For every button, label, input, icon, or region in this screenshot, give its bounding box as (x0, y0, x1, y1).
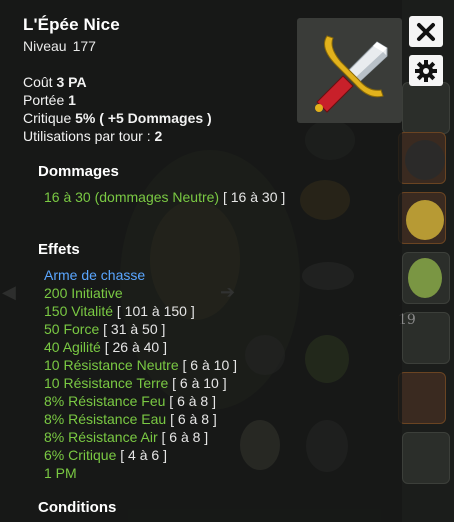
effect-line: 10 Résistance Terre [ 6 à 10 ] (44, 374, 227, 392)
effect-range: [ 31 à 50 ] (103, 321, 166, 337)
item-level: Niveau 177 (23, 38, 96, 54)
effect-line: 10 Résistance Neutre [ 6 à 10 ] (44, 356, 237, 374)
effects-section-title: Effets (38, 241, 80, 258)
effect-line: 8% Résistance Feu [ 6 à 8 ] (44, 392, 216, 410)
effect-line: 8% Résistance Eau [ 6 à 8 ] (44, 410, 217, 428)
inventory-item (406, 200, 444, 240)
inventory-item (408, 258, 442, 298)
close-button[interactable] (409, 16, 443, 47)
effect-value: 8% Résistance Eau (44, 411, 167, 427)
effect-header: Arme de chasse (44, 267, 146, 283)
effect-range: [ 6 à 10 ] (182, 357, 238, 373)
cost-label: Coût (23, 74, 53, 90)
effect-line: 40 Agilité [ 26 à 40 ] (44, 338, 167, 356)
effect-value: 150 Vitalité (44, 303, 114, 319)
effect-line: 8% Résistance Air [ 6 à 8 ] (44, 428, 208, 446)
uses-label: Utilisations par tour : (23, 128, 151, 144)
effect-range: [ 6 à 8 ] (170, 411, 217, 427)
item-picture (297, 18, 402, 123)
damage-line: 16 à 30 (dommages Neutre) [ 16 à 30 ] (44, 188, 304, 206)
gear-icon (415, 59, 437, 82)
damage-section-title: Dommages (38, 163, 119, 180)
effect-value: 1 PM (44, 465, 77, 481)
uses-line: Utilisations par tour : 2 (23, 127, 162, 145)
inventory-item (405, 140, 445, 180)
range-value: 1 (68, 92, 76, 108)
effect-line: 150 Vitalité [ 101 à 150 ] (44, 302, 195, 320)
effect-value: 200 Initiative (44, 285, 123, 301)
effect-range: [ 6 à 8 ] (161, 429, 209, 445)
effect-value: 10 Résistance Neutre (44, 357, 179, 373)
effect-value: 6% Critique (44, 447, 117, 463)
effect-line: 1 PM (44, 464, 77, 482)
cost-line: Coût 3 PA (23, 73, 87, 91)
effect-line: 200 Initiative (44, 284, 123, 302)
uses-value: 2 (154, 128, 163, 144)
effect-value: 10 Résistance Terre (44, 375, 169, 391)
effect-line: 6% Critique [ 4 à 6 ] (44, 446, 167, 464)
effect-range: [ 4 à 6 ] (120, 447, 167, 463)
critical-value: 5% ( +5 Dommages ) (75, 110, 212, 126)
inventory-slot[interactable] (402, 432, 450, 484)
effect-range: [ 6 à 10 ] (172, 375, 227, 391)
inventory-slot[interactable] (398, 372, 446, 424)
effect-value: 40 Agilité (44, 339, 101, 355)
effect-value: 8% Résistance Air (44, 429, 158, 445)
damage-range: [ 16 à 30 ] (222, 189, 286, 205)
effect-line: 50 Force [ 31 à 50 ] (44, 320, 165, 338)
sword-icon (315, 35, 388, 113)
damage-text: 16 à 30 (dommages Neutre) (44, 189, 220, 205)
range-line: Portée 1 (23, 91, 76, 109)
critical-line: Critique 5% ( +5 Dommages ) (23, 109, 212, 127)
level-label: Niveau (23, 38, 67, 54)
effect-value: 50 Force (44, 321, 100, 337)
effect-range: [ 26 à 40 ] (104, 339, 167, 355)
inventory-slot[interactable] (402, 82, 450, 134)
level-value: 177 (72, 38, 96, 54)
close-icon (417, 22, 435, 41)
conditions-section-title: Conditions (38, 499, 117, 516)
critical-label: Critique (23, 110, 72, 126)
range-label: Portée (23, 92, 65, 108)
effect-range: [ 6 à 8 ] (169, 393, 216, 409)
settings-button[interactable] (409, 55, 443, 86)
effect-value: 8% Résistance Feu (44, 393, 166, 409)
item-title: L'Épée Nice (23, 15, 120, 34)
effect-range: [ 101 à 150 ] (116, 303, 195, 319)
cost-value: 3 PA (56, 74, 87, 90)
